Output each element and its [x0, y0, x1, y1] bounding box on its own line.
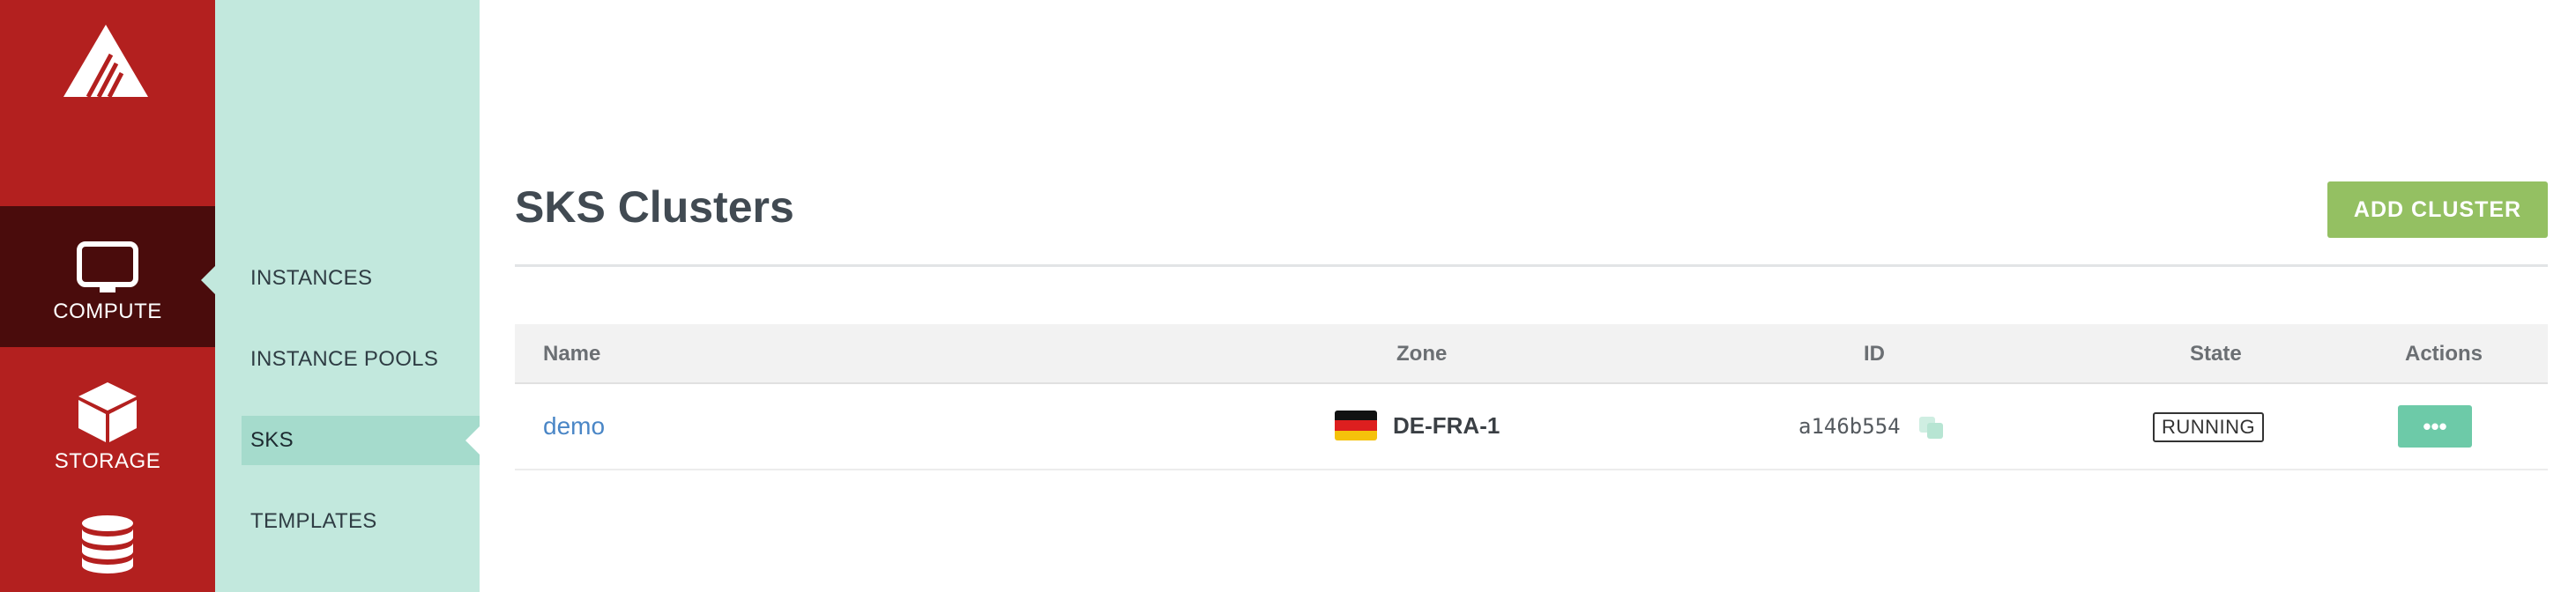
column-header-actions: Actions	[2405, 342, 2483, 366]
column-header-state[interactable]: State	[2190, 342, 2242, 366]
status-badge: RUNNING	[2153, 412, 2265, 442]
rail-item-label: COMPUTE	[53, 300, 162, 323]
table-header: Name Zone ID State Actions	[515, 324, 2548, 384]
main-nav-rail: COMPUTE STORAGE	[0, 0, 215, 592]
add-cluster-button[interactable]: ADD CLUSTER	[2327, 181, 2548, 238]
active-indicator	[201, 266, 215, 294]
cluster-name-link[interactable]: demo	[543, 412, 605, 440]
divider	[515, 264, 2548, 267]
cluster-id-value: a146b554	[1798, 414, 1901, 439]
logo-icon[interactable]	[63, 25, 148, 97]
column-header-name[interactable]: Name	[543, 342, 600, 366]
germany-flag-icon	[1335, 411, 1377, 440]
submenu-item-label: SKS	[250, 428, 294, 452]
submenu-item-templates[interactable]: TEMPLATES	[250, 509, 377, 534]
active-indicator	[465, 426, 480, 455]
submenu-item-instance-pools[interactable]: INSTANCE POOLS	[250, 347, 438, 372]
submenu-item-sks[interactable]: SKS	[242, 416, 480, 465]
rail-item-database[interactable]	[0, 514, 215, 592]
compute-submenu: INSTANCES INSTANCE POOLS SKS TEMPLATES	[215, 0, 480, 592]
submenu-item-instances[interactable]: INSTANCES	[250, 266, 372, 291]
column-header-id: ID	[1864, 342, 1885, 366]
row-actions-button[interactable]: •••	[2398, 405, 2472, 448]
monitor-icon	[77, 241, 138, 292]
cube-icon	[78, 382, 137, 442]
copy-icon[interactable]	[1917, 411, 1948, 442]
rail-item-storage[interactable]: STORAGE	[0, 370, 215, 485]
database-icon	[82, 515, 133, 574]
column-header-zone[interactable]: Zone	[1396, 342, 1447, 366]
rail-item-label: STORAGE	[54, 449, 161, 473]
page-title: SKS Clusters	[515, 182, 794, 232]
table-row: demo DE-FRA-1 a146b554 RUNNING •••	[515, 384, 2548, 470]
rail-item-compute[interactable]: COMPUTE	[0, 206, 215, 347]
zone-value: DE-FRA-1	[1393, 412, 1500, 439]
